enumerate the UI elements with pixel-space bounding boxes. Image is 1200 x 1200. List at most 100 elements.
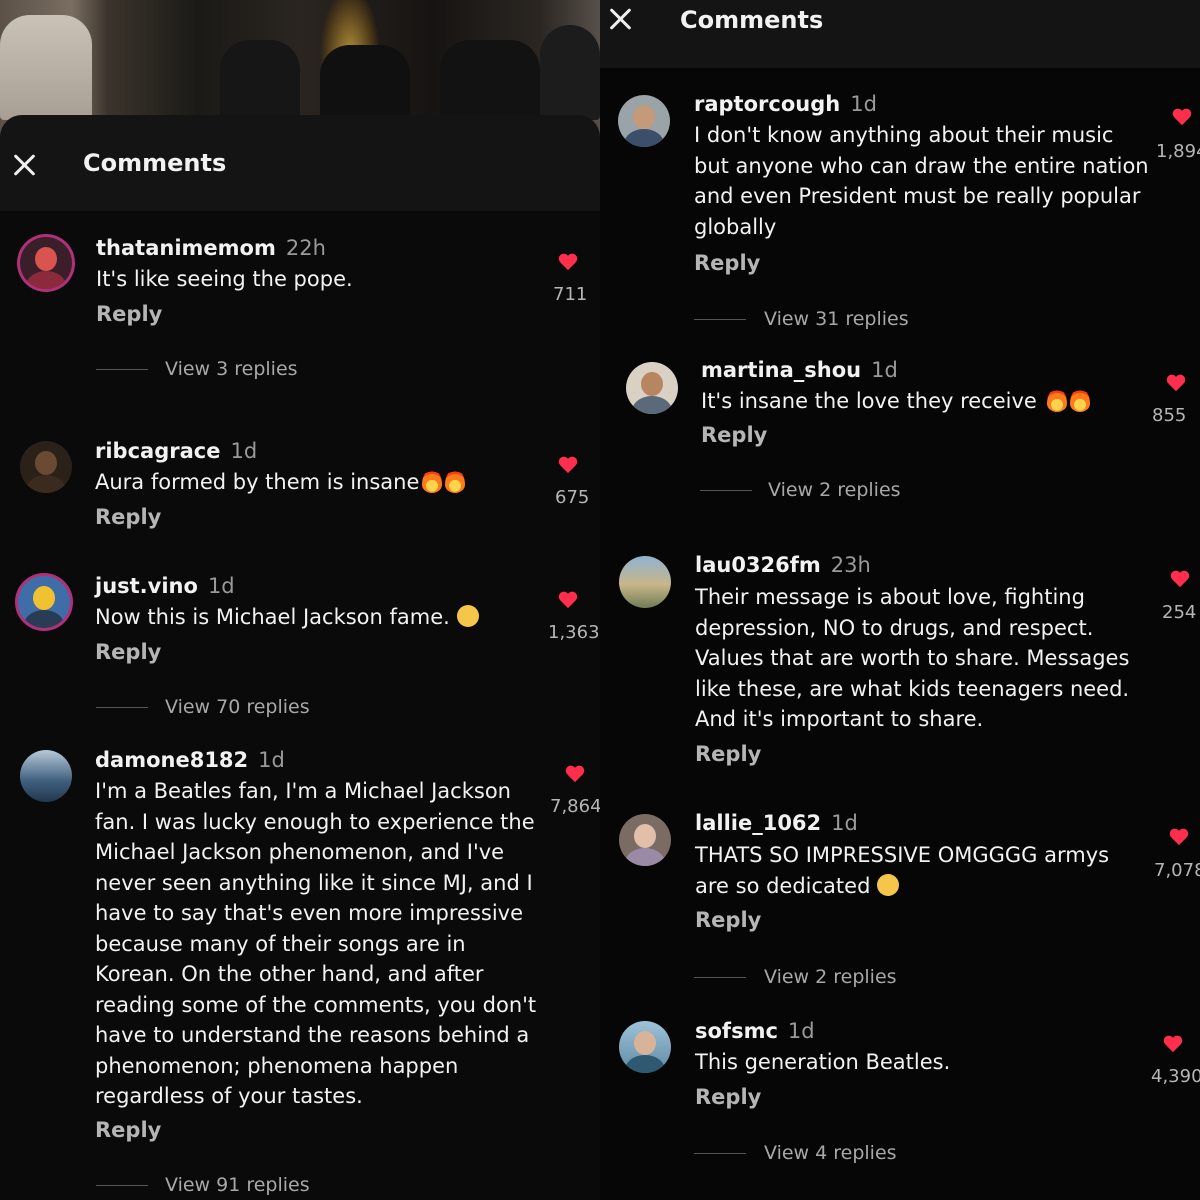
comment-text-content: It's insane the love they receive xyxy=(701,389,1037,413)
reply-button[interactable]: Reply xyxy=(695,742,761,766)
username[interactable]: lau0326fm 23h xyxy=(695,553,871,577)
username[interactable]: just.vino 1d xyxy=(95,574,235,598)
heart-icon[interactable] xyxy=(1169,829,1189,847)
heart-icon[interactable] xyxy=(565,766,585,784)
username[interactable]: thatanimemom 22h xyxy=(96,236,326,260)
heart-icon[interactable] xyxy=(1163,1036,1183,1054)
username-text[interactable]: thatanimemom xyxy=(96,236,276,260)
comment-line: I'm a Beatles fan, I'm a Michael Jackson xyxy=(95,779,511,803)
avatar[interactable] xyxy=(619,814,671,866)
reply-button[interactable]: Reply xyxy=(95,505,161,529)
view-replies-button[interactable]: View 2 replies xyxy=(764,966,897,988)
like-count: 711 xyxy=(553,284,588,305)
heart-icon[interactable] xyxy=(558,457,578,475)
reply-button[interactable]: Reply xyxy=(96,302,162,326)
avatar[interactable] xyxy=(626,362,678,414)
username-text[interactable]: martina_shou xyxy=(701,358,861,382)
username[interactable]: raptorcough 1d xyxy=(694,92,877,116)
like-count: 1,363 xyxy=(548,622,600,643)
comment-text: It's insane the love they receive xyxy=(701,386,1090,417)
username[interactable]: damone8182 1d xyxy=(95,748,285,772)
reply-button[interactable]: Reply xyxy=(694,251,760,275)
reply-button[interactable]: Reply xyxy=(695,1085,761,1109)
comment-line: fan. I was lucky enough to experience th… xyxy=(95,809,535,834)
header-title: Comments xyxy=(83,149,227,177)
comment-time: 1d xyxy=(207,574,235,598)
divider xyxy=(700,490,752,491)
username[interactable]: ribcagrace 1d xyxy=(95,439,257,463)
reply-button[interactable]: Reply xyxy=(695,908,761,932)
like-count: 254 xyxy=(1162,602,1197,623)
video-person xyxy=(320,45,410,120)
reply-button[interactable]: Reply xyxy=(701,423,767,447)
like-count: 1,894 xyxy=(1156,141,1200,162)
avatar[interactable] xyxy=(618,95,670,147)
username[interactable]: lallie_1062 1d xyxy=(695,811,858,835)
heart-icon[interactable] xyxy=(1170,571,1190,589)
face-emoji-icon xyxy=(877,873,900,896)
username-text[interactable]: ribcagrace xyxy=(95,439,220,463)
heart-icon[interactable] xyxy=(558,592,578,610)
fire-emoji-icon xyxy=(445,469,466,493)
comment-line: reading some of the comments, you don't xyxy=(95,992,537,1017)
comment-line: Korean. On the other hand, and after xyxy=(95,962,484,986)
comments-header: Comments xyxy=(600,0,1200,68)
divider xyxy=(694,1153,746,1154)
divider xyxy=(694,977,746,978)
comment-line: THATS SO IMPRESSIVE OMGGGG armys xyxy=(695,843,1110,867)
username-text[interactable]: raptorcough xyxy=(694,92,840,116)
comment-time: 22h xyxy=(285,236,326,260)
view-replies-button[interactable]: View 3 replies xyxy=(165,358,298,380)
comment-line: never seen anything like it since MJ, an… xyxy=(95,870,533,895)
comment-line: and even President must be really popula… xyxy=(694,184,1141,208)
video-person xyxy=(440,40,540,120)
view-replies-button[interactable]: View 70 replies xyxy=(165,696,310,718)
avatar[interactable] xyxy=(20,237,72,289)
view-replies-button[interactable]: View 91 replies xyxy=(165,1174,310,1196)
heart-icon[interactable] xyxy=(558,254,578,272)
comments-header: Comments xyxy=(0,115,600,211)
reply-button[interactable]: Reply xyxy=(95,640,161,664)
view-replies-button[interactable]: View 4 replies xyxy=(764,1142,897,1164)
close-icon[interactable] xyxy=(606,4,636,34)
comment-line: but anyone who can draw the entire natio… xyxy=(694,153,1149,178)
divider xyxy=(96,369,148,370)
username[interactable]: sofsmc 1d xyxy=(695,1019,815,1043)
video-person xyxy=(0,15,92,120)
username-text[interactable]: damone8182 xyxy=(95,748,248,772)
username-text[interactable]: lau0326fm xyxy=(695,553,821,577)
avatar[interactable] xyxy=(619,556,671,608)
username[interactable]: martina_shou 1d xyxy=(701,358,898,382)
avatar[interactable] xyxy=(20,441,72,493)
fire-emoji-icon xyxy=(422,469,443,493)
left-comments-panel: Comments thatanimemom 22h It's like seein… xyxy=(0,0,600,1200)
comment-time: 1d xyxy=(258,748,285,772)
comment-line: depression, NO to drugs, and respect. xyxy=(695,615,1094,640)
username-text[interactable]: lallie_1062 xyxy=(695,811,821,835)
view-replies-button[interactable]: View 31 replies xyxy=(764,308,909,330)
comment-text: This generation Beatles. xyxy=(695,1050,951,1074)
like-count: 7,864 xyxy=(550,796,600,817)
comment-text: THATS SO IMPRESSIVE OMGGGG armys are so … xyxy=(695,840,1109,901)
like-count: 7,078 xyxy=(1154,860,1200,881)
comment-time: 1d xyxy=(230,439,258,463)
comment-text: Their message is about love, fighting de… xyxy=(695,582,1129,735)
comment-line: are so dedicated xyxy=(695,871,1109,902)
comment-line: regardless of your tastes. xyxy=(95,1084,363,1108)
comment-text-content: Aura formed by them is insane xyxy=(95,470,420,494)
username-text[interactable]: sofsmc xyxy=(695,1019,778,1043)
comment-line: Values that are worth to share. Messages xyxy=(695,646,1130,670)
avatar[interactable] xyxy=(18,576,70,628)
divider xyxy=(96,1185,148,1186)
reply-button[interactable]: Reply xyxy=(95,1118,161,1142)
avatar[interactable] xyxy=(20,750,72,802)
heart-icon[interactable] xyxy=(1172,109,1192,127)
comment-time: 1d xyxy=(850,92,877,116)
username-text[interactable]: just.vino xyxy=(95,574,198,598)
video-person xyxy=(540,25,600,120)
close-icon[interactable] xyxy=(10,150,40,180)
view-replies-button[interactable]: View 2 replies xyxy=(768,479,901,501)
avatar[interactable] xyxy=(619,1021,671,1073)
like-count: 4,390 xyxy=(1151,1066,1200,1087)
heart-icon[interactable] xyxy=(1166,375,1186,393)
